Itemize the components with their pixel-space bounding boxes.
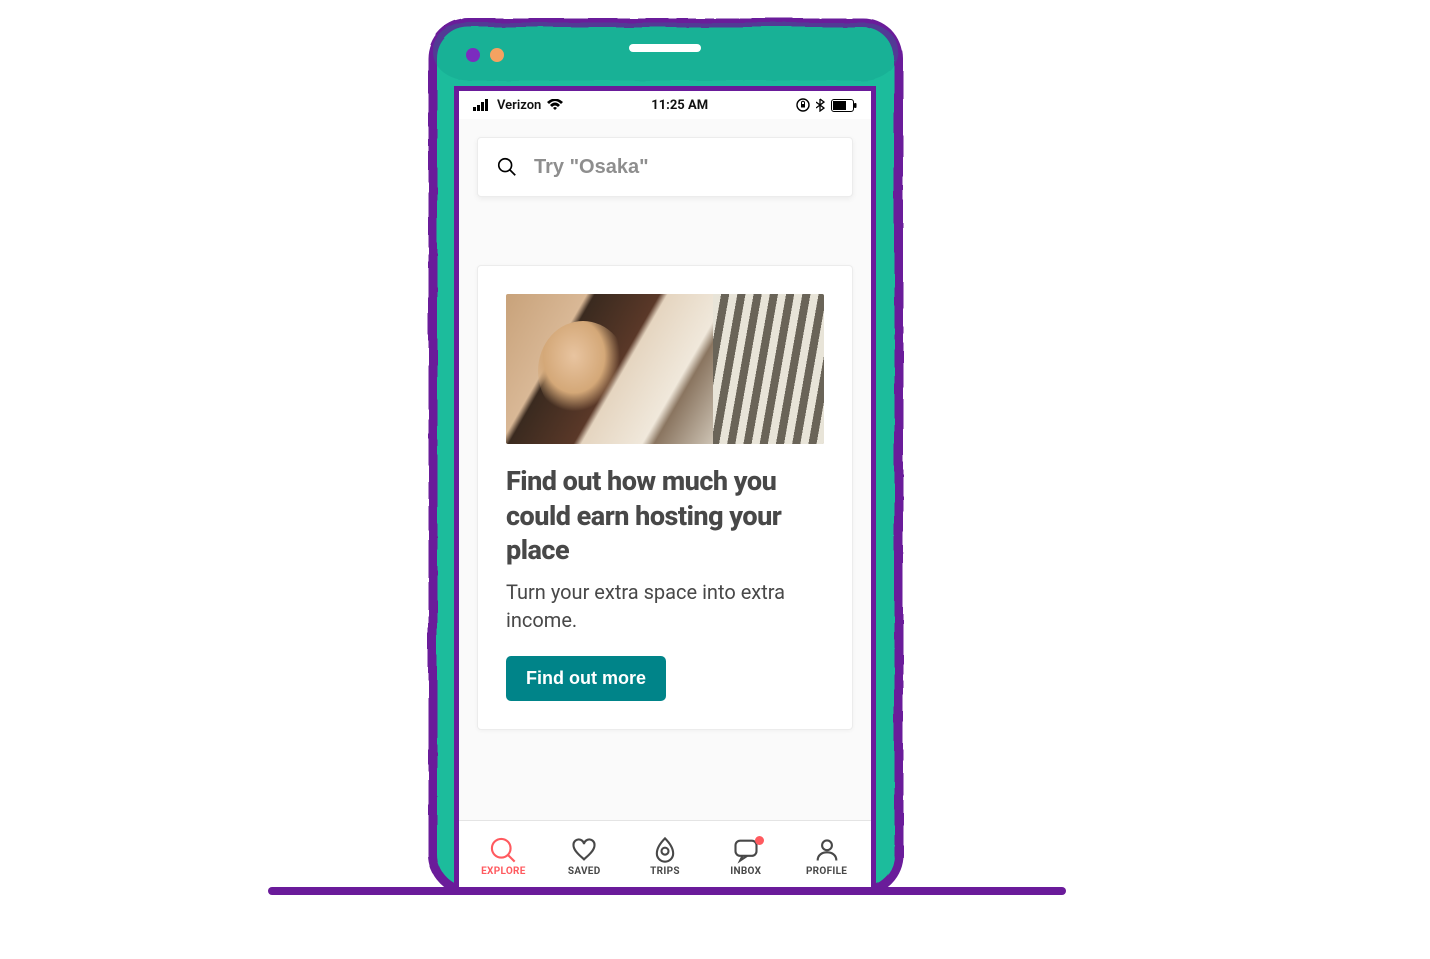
bottom-nav: EXPLORE SAVED TRIPS INBOX PROFILE [459,820,871,890]
screen-content: Find out how much you could earn hosting… [459,119,871,820]
phone-top-decor [438,32,892,78]
nav-trips[interactable]: TRIPS [625,836,706,877]
status-left: Verizon [473,98,563,113]
nav-saved[interactable]: SAVED [544,836,625,877]
nav-saved-label: SAVED [568,866,601,877]
profile-icon [813,836,841,864]
nav-inbox-label: INBOX [730,866,761,877]
wifi-icon [547,99,563,111]
promo-title: Find out how much you could earn hosting… [506,464,824,568]
promo-subtitle: Turn your extra space into extra income. [506,578,824,634]
bluetooth-icon [816,98,825,112]
decor-dot-orange [490,48,504,62]
inbox-badge [755,836,764,845]
search-input[interactable] [534,156,834,179]
nav-explore-label: EXPLORE [481,866,526,877]
lock-rotation-icon [796,98,810,112]
status-bar: Verizon 11:25 AM [459,91,871,119]
status-time: 11:25 AM [651,98,708,113]
decor-dot-purple [466,48,480,62]
search-box[interactable] [477,137,853,197]
find-out-more-button[interactable]: Find out more [506,656,666,701]
heart-icon [570,836,598,864]
status-right [796,98,857,112]
nav-profile-label: PROFILE [806,866,847,877]
phone-screen: Verizon 11:25 AM Find out how much you c… [454,86,876,890]
nav-inbox[interactable]: INBOX [705,836,786,877]
ground-line [268,887,1066,895]
signal-icon [473,99,491,111]
explore-icon [489,836,517,864]
battery-icon [831,99,857,112]
phone-illustration-frame: Verizon 11:25 AM Find out how much you c… [420,10,910,890]
phone-speaker [629,44,701,52]
nav-explore[interactable]: EXPLORE [463,836,544,877]
host-promo-card: Find out how much you could earn hosting… [477,265,853,730]
nav-trips-label: TRIPS [650,866,680,877]
carrier-label: Verizon [497,98,541,113]
search-icon [496,156,518,178]
trips-icon [651,836,679,864]
nav-profile[interactable]: PROFILE [786,836,867,877]
promo-image [506,294,824,444]
